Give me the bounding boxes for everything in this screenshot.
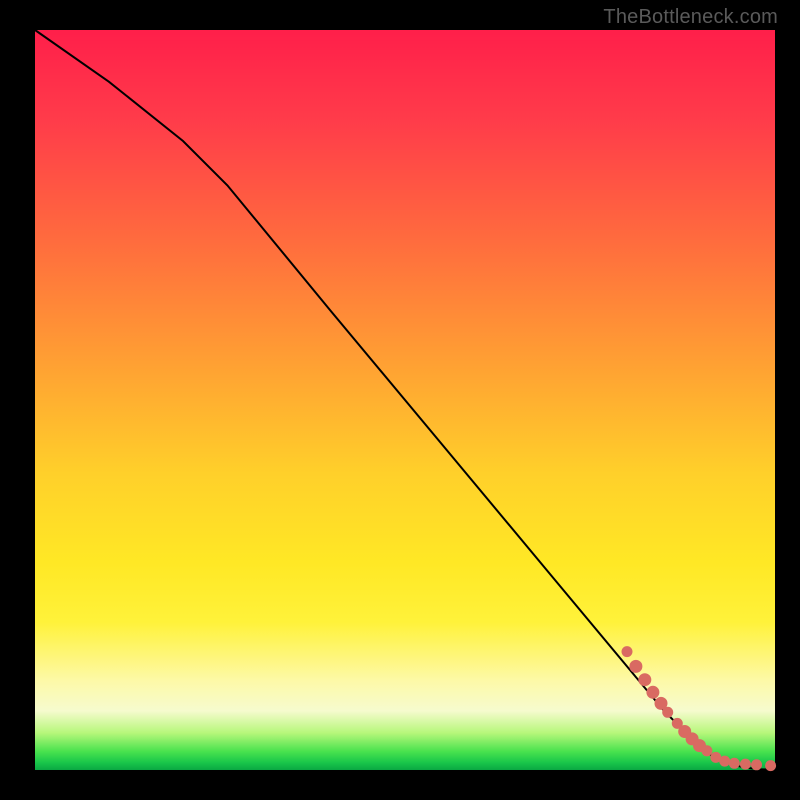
data-point bbox=[752, 760, 762, 770]
data-point bbox=[740, 759, 750, 769]
watermark-text: TheBottleneck.com bbox=[603, 6, 778, 29]
data-point bbox=[647, 686, 659, 698]
chart-frame: TheBottleneck.com bbox=[0, 0, 800, 800]
data-point bbox=[630, 660, 642, 672]
plot-area bbox=[35, 30, 775, 770]
data-point bbox=[766, 761, 776, 771]
data-point bbox=[720, 756, 730, 766]
data-point bbox=[639, 674, 651, 686]
bottleneck-curve bbox=[35, 30, 775, 770]
chart-overlay bbox=[35, 30, 775, 770]
data-point bbox=[663, 707, 673, 717]
data-point bbox=[729, 758, 739, 768]
data-point bbox=[702, 746, 712, 756]
data-point bbox=[622, 647, 632, 657]
scatter-group bbox=[622, 647, 776, 771]
